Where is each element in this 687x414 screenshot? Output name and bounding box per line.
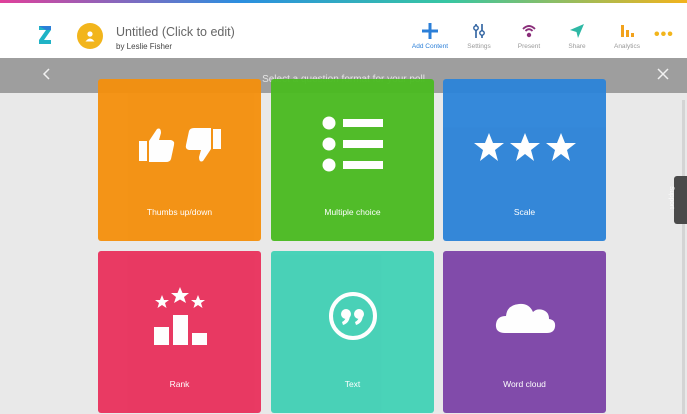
format-label: Word cloud	[503, 379, 546, 389]
analytics-button[interactable]: Analytics	[603, 21, 651, 50]
support-tab[interactable]: Support	[668, 176, 687, 224]
author-byline: by Leslie Fisher	[116, 42, 173, 51]
share-label: Share	[568, 43, 586, 50]
quote-icon	[328, 292, 377, 340]
avatar[interactable]	[77, 23, 103, 49]
format-label: Text	[344, 379, 361, 389]
present-label: Present	[517, 43, 541, 50]
bar-chart-icon	[621, 25, 634, 37]
support-label: Support	[667, 186, 675, 209]
rank-icon	[153, 287, 207, 345]
format-card-thumbs[interactable]: Thumbs up/down	[98, 79, 261, 241]
thumbs-up-down-icon	[138, 128, 221, 162]
list-icon	[322, 116, 383, 172]
present-icon	[522, 25, 536, 38]
stars-icon	[473, 133, 576, 161]
app-logo[interactable]	[38, 25, 52, 45]
more-dots-icon[interactable]: •••	[654, 27, 674, 43]
share-button[interactable]: Share	[553, 21, 601, 50]
format-card-rank[interactable]: Rank	[98, 251, 261, 413]
format-card-word-cloud[interactable]: Word cloud	[443, 251, 606, 413]
analytics-label: Analytics	[613, 43, 640, 50]
format-label: Multiple choice	[324, 207, 381, 217]
add-content-button[interactable]: Add Content	[406, 21, 454, 50]
sliders-icon	[473, 24, 485, 38]
poll-title[interactable]: Untitled (Click to edit)	[116, 25, 235, 39]
format-card-text[interactable]: Text	[271, 251, 434, 413]
close-icon[interactable]	[656, 67, 670, 81]
cloud-icon	[495, 303, 555, 333]
format-card-scale[interactable]: Scale	[443, 79, 606, 241]
format-label: Scale	[513, 207, 536, 217]
format-card-multiple-choice[interactable]: Multiple choice	[271, 79, 434, 241]
settings-label: Settings	[467, 43, 491, 50]
scrollbar[interactable]	[682, 100, 685, 414]
add-content-label: Add Content	[411, 43, 449, 50]
user-icon	[85, 31, 95, 42]
paper-plane-icon	[570, 24, 584, 38]
plus-icon	[422, 23, 438, 39]
format-label: Rank	[169, 379, 190, 389]
settings-button[interactable]: Settings	[455, 21, 503, 50]
top-bar: Untitled (Click to edit) by Leslie Fishe…	[0, 3, 687, 58]
format-label: Thumbs up/down	[146, 207, 213, 217]
present-button[interactable]: Present	[505, 21, 553, 50]
